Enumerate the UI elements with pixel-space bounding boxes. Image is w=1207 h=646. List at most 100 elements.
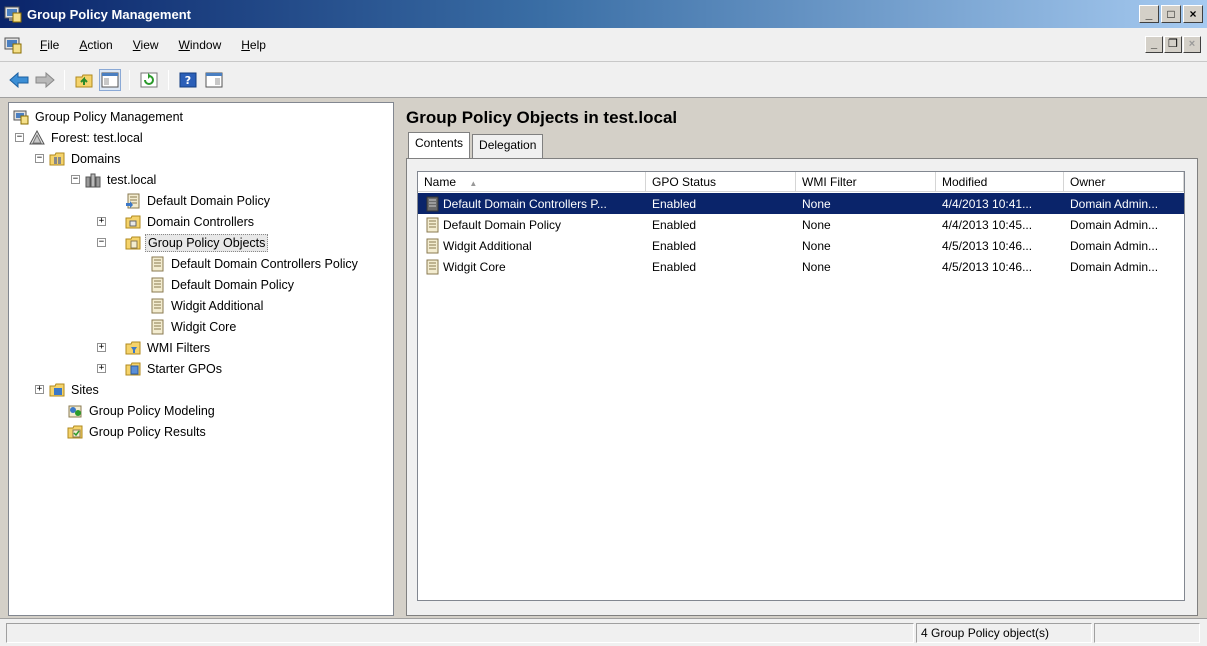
svg-text:?: ?: [185, 74, 191, 87]
tree-item-gpo[interactable]: Widgit Core: [149, 317, 238, 337]
table-row[interactable]: Default Domain Controllers P... Enabled …: [418, 193, 1184, 214]
collapse-toggle[interactable]: −: [35, 154, 44, 163]
expand-toggle[interactable]: +: [35, 385, 44, 394]
tab-content-panel: Name ▲ GPO Status WMI Filter Modified Ow…: [406, 158, 1198, 616]
table-row[interactable]: Default Domain Policy Enabled None 4/4/2…: [418, 214, 1184, 235]
tree-item-domain-controllers[interactable]: Domain Controllers: [125, 212, 256, 232]
tree-item-domains[interactable]: Domains: [49, 149, 122, 169]
collapse-toggle[interactable]: −: [15, 133, 24, 142]
gpo-status: Enabled: [652, 259, 697, 274]
show-hide-tree-button[interactable]: [99, 68, 121, 91]
back-button[interactable]: [8, 69, 30, 91]
tree-item-label: Domains: [71, 152, 121, 166]
tree-item-label: WMI Filters: [147, 341, 211, 355]
modeling-icon: [68, 405, 82, 418]
tree-item-group-policy-results[interactable]: Group Policy Results: [67, 422, 208, 442]
console-window-icon[interactable]: [4, 36, 22, 54]
child-minimize-button[interactable]: _: [1145, 36, 1163, 53]
table-row[interactable]: Widgit Core Enabled None 4/5/2013 10:46.…: [418, 256, 1184, 277]
child-close-button[interactable]: ×: [1183, 36, 1201, 53]
maximize-icon: □: [1167, 7, 1175, 21]
show-action-pane-button[interactable]: [203, 69, 225, 91]
column-header-modified[interactable]: Modified: [936, 172, 1064, 192]
column-header-name[interactable]: Name ▲: [418, 172, 646, 192]
gpo-name: Default Domain Policy: [443, 217, 562, 232]
modified-date: 4/4/2013 10:45...: [942, 217, 1033, 232]
minimize-button[interactable]: _: [1139, 5, 1159, 23]
tree-item-gpo[interactable]: Default Domain Policy: [149, 275, 296, 295]
collapse-toggle[interactable]: −: [97, 238, 106, 247]
help-button[interactable]: ?: [177, 69, 199, 91]
gpo-link-icon: [126, 193, 140, 209]
gpm-console-icon: [13, 110, 29, 125]
child-restore-button[interactable]: ❐: [1164, 36, 1182, 53]
refresh-button[interactable]: [138, 69, 160, 91]
restore-icon: ❐: [1168, 38, 1178, 50]
menu-file[interactable]: File: [30, 38, 69, 52]
close-icon: ×: [1188, 38, 1196, 50]
menu-action[interactable]: Action: [69, 38, 122, 52]
tree-item-sites[interactable]: Sites: [49, 380, 101, 400]
owner: Domain Admin...: [1070, 238, 1159, 253]
menu-view[interactable]: View: [123, 38, 169, 52]
collapse-toggle[interactable]: −: [71, 175, 80, 184]
tree-item-label: Group Policy Results: [89, 425, 206, 439]
expand-toggle[interactable]: +: [97, 343, 106, 352]
minimize-icon: _: [1150, 38, 1158, 50]
gpo-name: Widgit Core: [443, 259, 506, 274]
wmi-filter: None: [802, 217, 831, 232]
tree-item-wmi-filters[interactable]: WMI Filters: [125, 338, 212, 358]
tree-item-default-domain-policy-link[interactable]: Default Domain Policy: [125, 191, 272, 211]
minimize-icon: _: [1145, 7, 1153, 21]
menu-help[interactable]: Help: [231, 38, 276, 52]
tree-item-group-policy-modeling[interactable]: Group Policy Modeling: [67, 401, 217, 421]
tab-strip: Contents Delegation: [408, 132, 545, 158]
toolbar-separator: [64, 69, 65, 90]
tree-item-gpo[interactable]: Default Domain Controllers Policy: [149, 254, 360, 274]
owner: Domain Admin...: [1070, 259, 1159, 274]
gpo-icon: [151, 256, 164, 272]
wmi-filter: None: [802, 259, 831, 274]
tree-item-label: Widgit Additional: [171, 299, 264, 313]
tab-contents[interactable]: Contents: [408, 132, 471, 158]
maximize-button[interactable]: □: [1161, 5, 1181, 23]
column-header-owner[interactable]: Owner: [1064, 172, 1184, 192]
gpo-status: Enabled: [652, 217, 697, 232]
gpo-list[interactable]: Name ▲ GPO Status WMI Filter Modified Ow…: [417, 171, 1185, 601]
up-level-button[interactable]: [73, 69, 95, 91]
forward-button[interactable]: [34, 69, 56, 91]
table-row[interactable]: Widgit Additional Enabled None 4/5/2013 …: [418, 235, 1184, 256]
modified-date: 4/5/2013 10:46...: [942, 238, 1033, 253]
tree-item-gpo[interactable]: Widgit Additional: [149, 296, 265, 316]
title-bar: Group Policy Management _ □ ×: [0, 0, 1207, 28]
refresh-icon: [140, 72, 158, 87]
column-header-wmi-filter[interactable]: WMI Filter: [796, 172, 936, 192]
tree-item-label: test.local: [107, 173, 157, 187]
expand-toggle[interactable]: +: [97, 364, 106, 373]
owner: Domain Admin...: [1070, 196, 1159, 211]
column-header-gpo-status[interactable]: GPO Status: [646, 172, 796, 192]
tab-delegation[interactable]: Delegation: [472, 134, 544, 158]
console-tree[interactable]: Group Policy Management − Forest: test.l…: [8, 102, 394, 616]
menu-window[interactable]: Window: [169, 38, 232, 52]
tree-item-test-local[interactable]: test.local: [85, 170, 158, 190]
domain-icon: [85, 173, 101, 188]
status-object-count: 4 Group Policy object(s): [916, 623, 1092, 643]
forward-arrow-icon: [35, 71, 55, 88]
gpo-icon: [151, 319, 164, 335]
tree-item-forest[interactable]: Forest: test.local: [29, 128, 145, 148]
modified-date: 4/5/2013 10:46...: [942, 259, 1033, 274]
close-button[interactable]: ×: [1183, 5, 1203, 23]
gpo-icon: [426, 196, 439, 211]
tree-item-group-policy-management[interactable]: Group Policy Management: [13, 107, 185, 127]
close-icon: ×: [1189, 7, 1197, 21]
expand-toggle[interactable]: +: [97, 217, 106, 226]
domains-icon: [49, 152, 65, 166]
menu-bar: File Action View Window Help _ ❐ ×: [0, 28, 1207, 62]
tree-item-label: Group Policy Modeling: [89, 404, 215, 418]
tree-item-starter-gpos[interactable]: Starter GPOs: [125, 359, 224, 379]
tree-item-group-policy-objects[interactable]: Group Policy Objects: [125, 233, 269, 253]
gpo-icon: [426, 217, 439, 232]
details-pane: Group Policy Objects in test.local Conte…: [398, 102, 1200, 616]
wmi-folder-icon: [125, 341, 141, 355]
